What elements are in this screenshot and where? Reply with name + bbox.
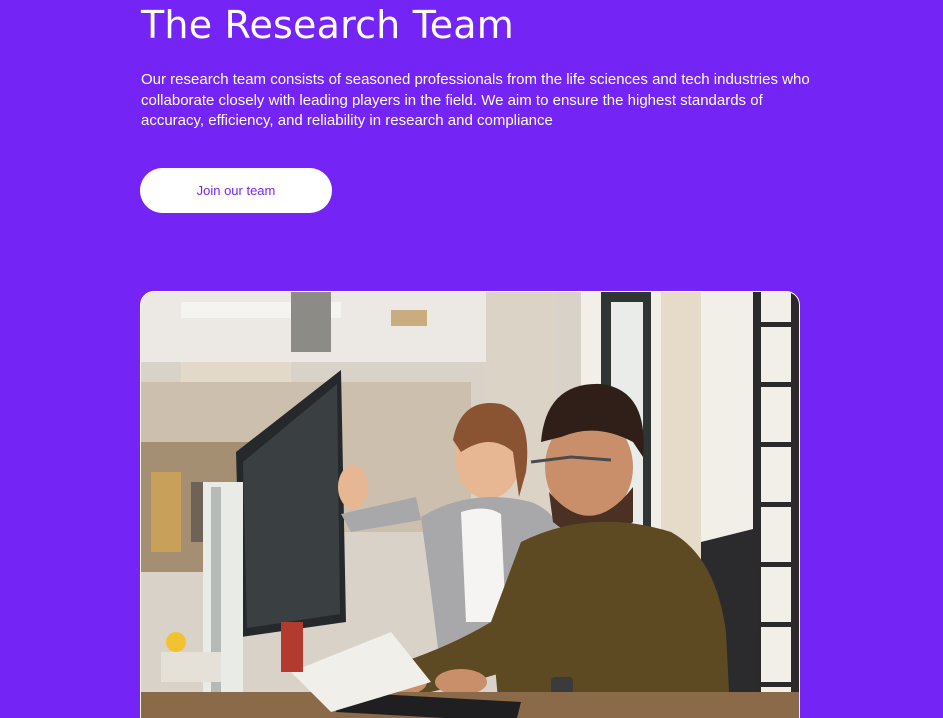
team-photo	[140, 291, 800, 718]
join-team-button[interactable]: Join our team	[140, 168, 332, 213]
section-description: Our research team consists of seasoned p…	[141, 71, 810, 129]
section-title: The Research Team	[141, 3, 514, 47]
team-photo-illustration	[141, 292, 799, 718]
research-team-section: The Research Team Our research team cons…	[0, 0, 943, 718]
